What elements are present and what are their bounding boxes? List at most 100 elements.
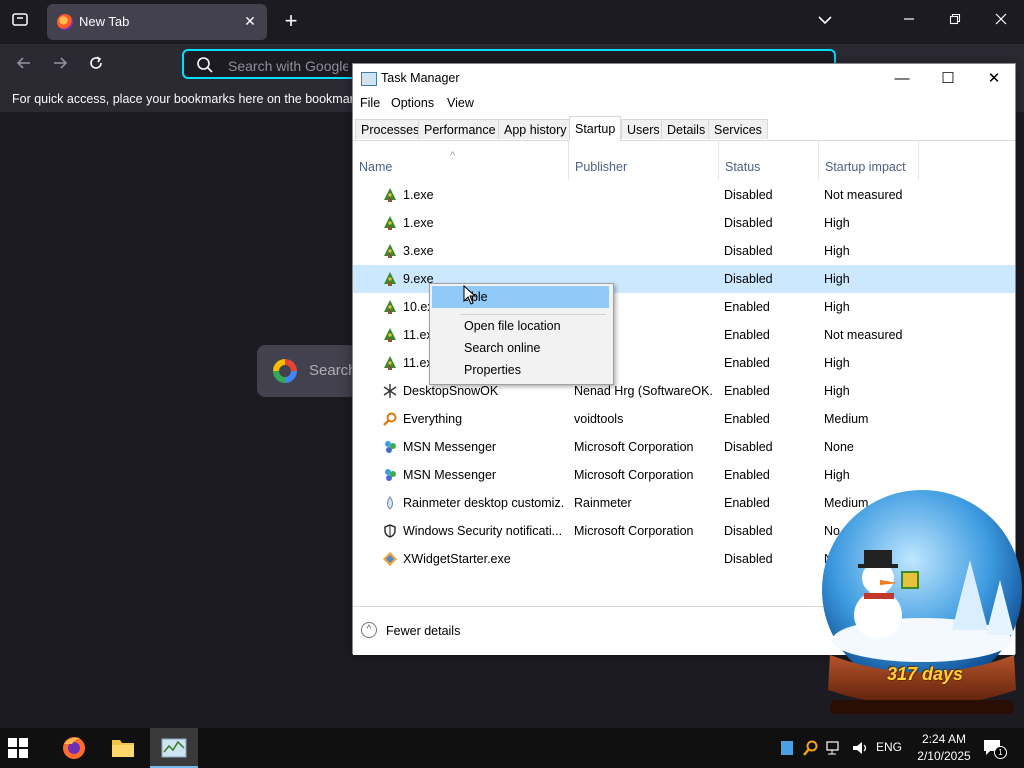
tab-services[interactable]: Services: [708, 119, 768, 139]
google-icon: [273, 359, 297, 383]
folder-icon: [112, 740, 134, 757]
table-row[interactable]: MSN Messenger Microsoft Corporation Disabl…: [353, 433, 1015, 461]
column-header-publisher[interactable]: Publisher: [569, 140, 719, 180]
row-startup-impact: High: [824, 216, 850, 230]
table-row[interactable]: MSN Messenger Microsoft Corporation Enable…: [353, 461, 1015, 489]
browser-close-button[interactable]: [989, 12, 1013, 29]
chevron-down-icon: [818, 16, 832, 25]
row-publisher: voidtools: [574, 412, 624, 426]
browser-restore-button[interactable]: [943, 12, 967, 29]
row-name: MSN Messenger: [403, 440, 497, 454]
menu-file[interactable]: File: [360, 96, 380, 110]
chevron-up-circle-icon[interactable]: ^: [361, 622, 377, 638]
taskbar-clock[interactable]: 2:24 AM 2/10/2025: [912, 731, 976, 765]
column-header-startup-impact[interactable]: Startup impact: [819, 140, 919, 180]
notification-center-button[interactable]: 1: [982, 738, 1007, 759]
tab-startup[interactable]: Startup: [569, 116, 622, 141]
snowflake-icon: [383, 384, 397, 398]
tree-icon: [383, 356, 397, 370]
tray-language[interactable]: ENG: [876, 740, 902, 754]
snow-globe-widget[interactable]: [820, 490, 1024, 722]
reload-button[interactable]: [84, 54, 108, 76]
tab-app-history[interactable]: App history: [498, 119, 573, 139]
tray-volume-icon[interactable]: [852, 740, 870, 756]
new-tab-button[interactable]: +: [280, 10, 302, 32]
menu-options[interactable]: Options: [391, 96, 434, 110]
task-manager-titlebar[interactable]: Task Manager — ☐ ✕: [353, 64, 1015, 94]
messenger-icon: [383, 440, 397, 454]
restore-icon: [949, 13, 961, 25]
table-row[interactable]: 1.exe Disabled Not measured: [353, 181, 1015, 209]
taskbar-task-manager[interactable]: [150, 728, 198, 768]
mouse-cursor-icon: [463, 285, 477, 305]
fewer-details-link[interactable]: Fewer details: [386, 624, 460, 638]
tray-search-icon[interactable]: [803, 740, 819, 756]
context-menu-open-file-location[interactable]: Open file location: [432, 315, 609, 337]
bookmarks-hint-text: For quick access, place your bookmarks h…: [12, 92, 367, 106]
menu-view[interactable]: View: [447, 96, 474, 110]
browser-minimize-button[interactable]: [897, 12, 921, 29]
tab-list-button[interactable]: [8, 10, 32, 34]
table-row[interactable]: 1.exe Disabled High: [353, 209, 1015, 237]
tm-maximize-button[interactable]: ☐: [925, 68, 971, 90]
windows-start-icon[interactable]: [8, 738, 28, 758]
magnifier-icon: [383, 412, 397, 426]
tab-performance[interactable]: Performance: [418, 119, 502, 139]
row-publisher: Microsoft Corporation: [574, 524, 694, 538]
row-status: Disabled: [724, 272, 773, 286]
row-name: MSN Messenger: [403, 468, 497, 482]
row-startup-impact: High: [824, 272, 850, 286]
row-status: Enabled: [724, 356, 770, 370]
row-startup-impact: High: [824, 300, 850, 314]
tree-icon: [383, 188, 397, 202]
tray-app-icon[interactable]: [780, 740, 794, 756]
back-arrow-icon: [16, 57, 30, 69]
tab-overflow-button[interactable]: [813, 12, 837, 29]
row-publisher: Rainmeter: [574, 496, 632, 510]
column-header-name[interactable]: Name: [353, 140, 569, 180]
tab-close-button[interactable]: ✕: [241, 12, 259, 30]
row-publisher: Nenad Hrg (SoftwareOK...: [574, 384, 714, 398]
row-status: Disabled: [724, 244, 773, 258]
row-name: DesktopSnowOK: [403, 384, 499, 398]
back-button[interactable]: [12, 54, 36, 76]
tab-users[interactable]: Users: [621, 119, 666, 139]
row-startup-impact: Not measured: [824, 188, 903, 202]
days-counter: 317 days: [886, 664, 964, 684]
tab-processes[interactable]: Processes: [355, 119, 426, 139]
row-startup-impact: High: [824, 356, 850, 370]
messenger-icon: [383, 468, 397, 482]
taskbar-file-explorer[interactable]: [99, 728, 147, 768]
minimize-icon: [904, 18, 914, 20]
row-status: Disabled: [724, 188, 773, 202]
url-input[interactable]: [226, 55, 350, 77]
row-status: Disabled: [724, 552, 773, 566]
firefox-icon: [63, 737, 85, 759]
newtab-search-box[interactable]: Search: [257, 345, 357, 397]
firefox-icon: [57, 14, 73, 30]
row-status: Enabled: [724, 412, 770, 426]
row-status: Enabled: [724, 384, 770, 398]
row-publisher: Microsoft Corporation: [574, 468, 694, 482]
tray-network-icon[interactable]: [826, 740, 844, 756]
table-row[interactable]: Everything voidtools Enabled Medium: [353, 405, 1015, 433]
tm-close-button[interactable]: ✕: [971, 68, 1017, 90]
tab-new-tab[interactable]: New Tab ✕: [47, 4, 267, 40]
tm-minimize-button[interactable]: —: [879, 68, 925, 90]
taskbar-firefox[interactable]: [50, 728, 98, 768]
context-menu-enable[interactable]: able: [432, 286, 609, 308]
context-menu-properties[interactable]: Properties: [432, 359, 609, 381]
table-row[interactable]: 3.exe Disabled High: [353, 237, 1015, 265]
row-startup-impact: High: [824, 384, 850, 398]
row-name: 1.exe: [403, 216, 434, 230]
row-status: Enabled: [724, 300, 770, 314]
context-menu-search-online[interactable]: Search online: [432, 337, 609, 359]
tree-icon: [383, 216, 397, 230]
forward-button[interactable]: [48, 54, 72, 76]
tab-details[interactable]: Details: [661, 119, 712, 139]
task-manager-tabs: Processes Performance App history Startu…: [353, 116, 1015, 141]
row-status: Disabled: [724, 524, 773, 538]
reload-icon: [90, 56, 102, 69]
column-header-status[interactable]: Status: [719, 140, 819, 180]
tab-title: New Tab: [79, 14, 130, 29]
